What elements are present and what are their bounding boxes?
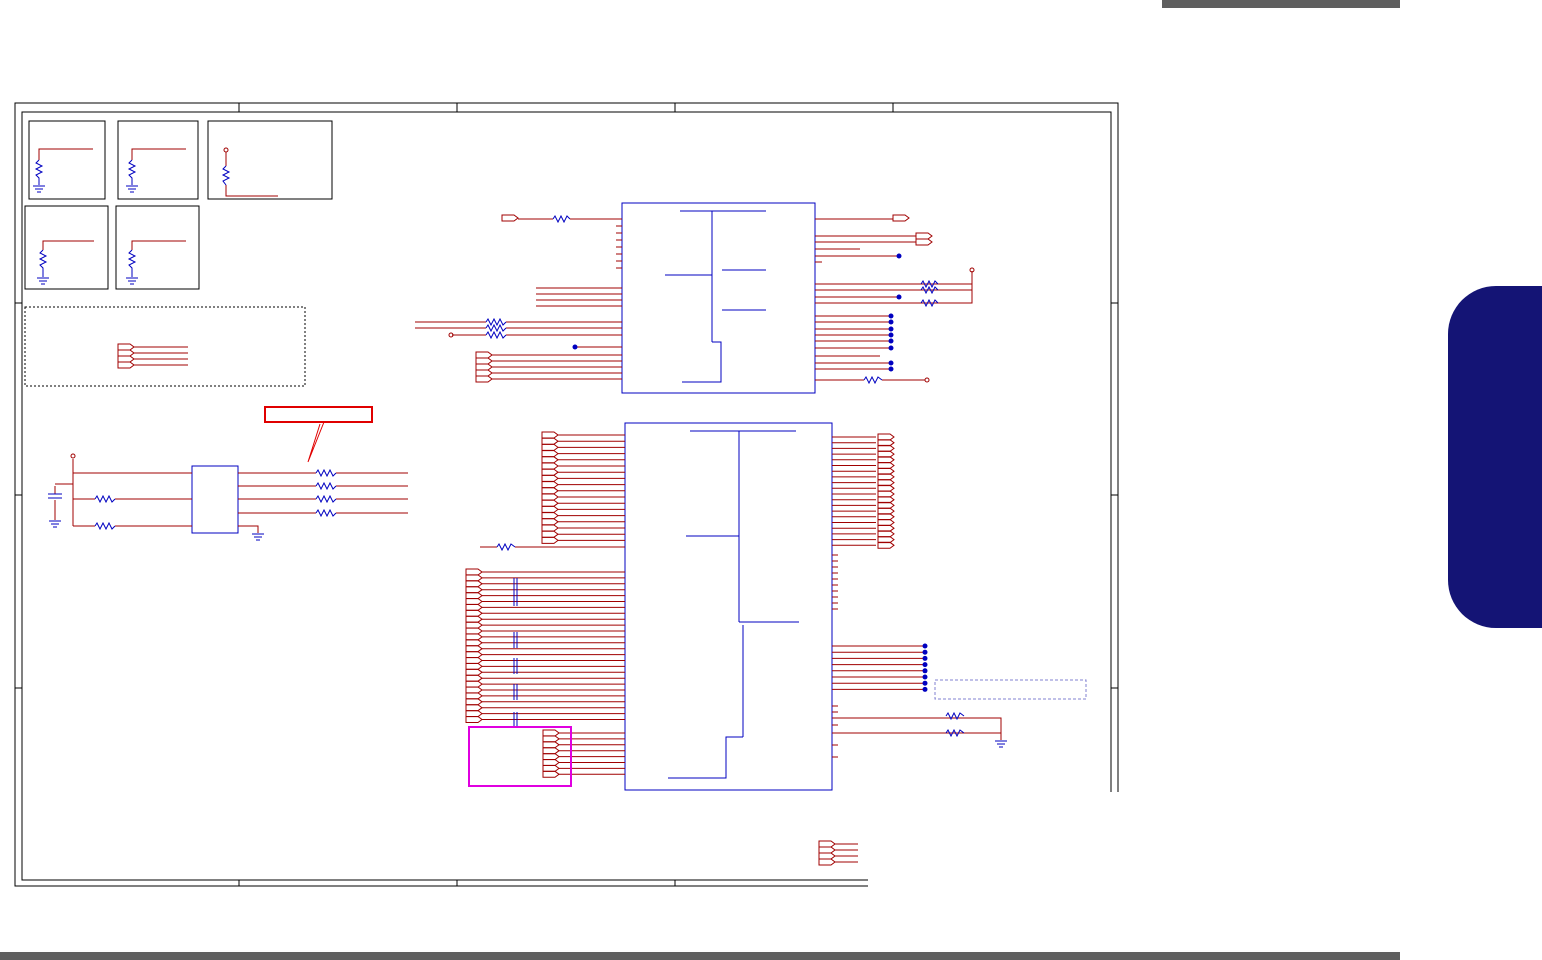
- footer-bar: [0, 952, 1400, 960]
- strap-boxes: [24, 120, 333, 290]
- callout-note: [264, 406, 373, 463]
- bottom-ports: [818, 840, 858, 866]
- left-circuit: [48, 453, 408, 541]
- strap-resistors: [33, 159, 231, 285]
- ic-upper: [415, 202, 975, 394]
- dashed-block-ports: [117, 343, 188, 369]
- ic-lower: [465, 422, 1087, 791]
- schematic-sheet: [14, 102, 1119, 887]
